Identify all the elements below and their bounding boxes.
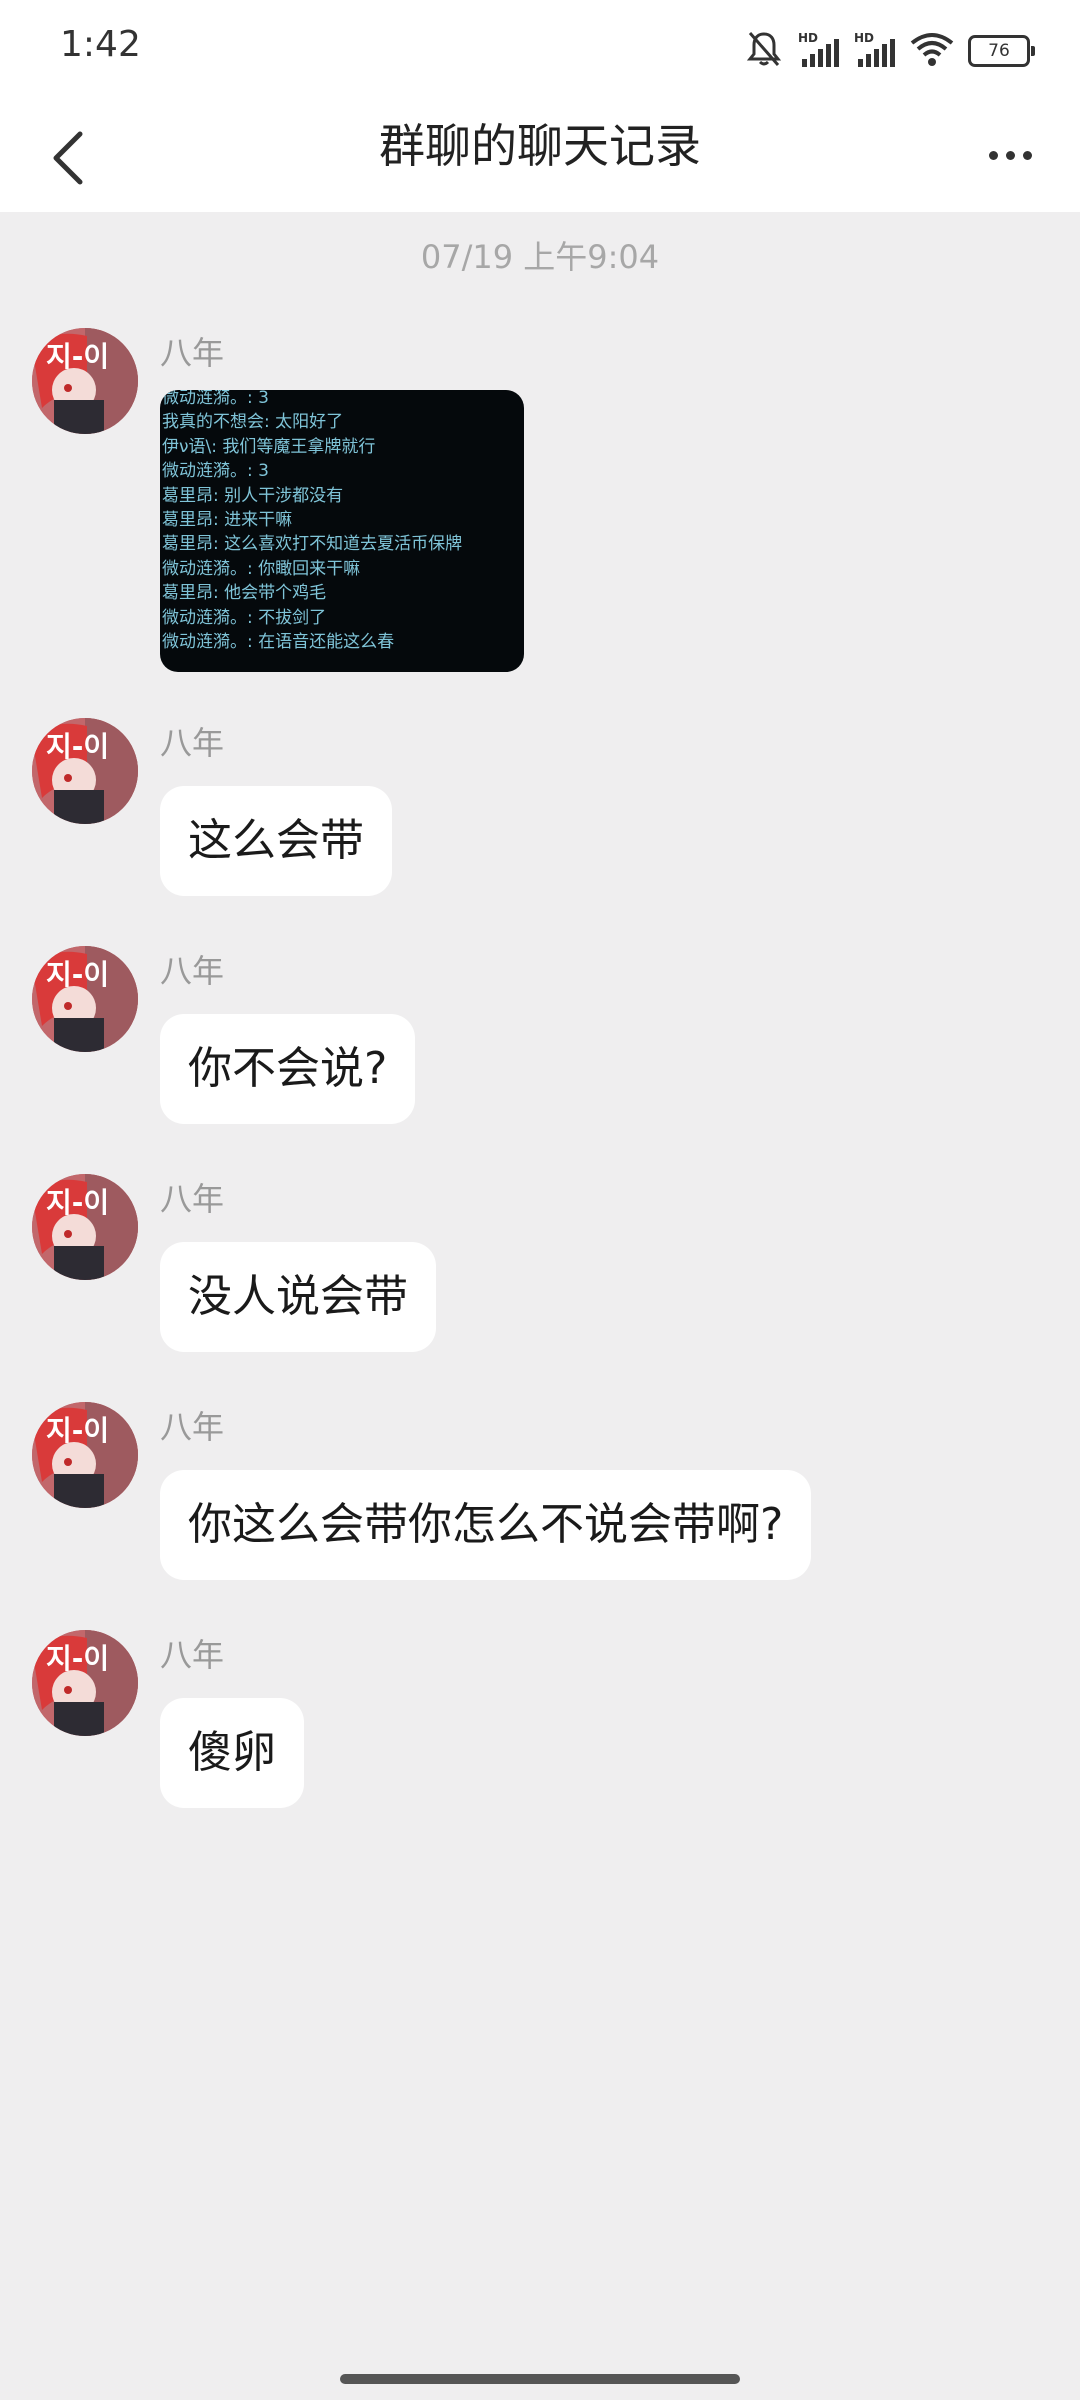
image-line: 微动涟漪。: 在语音还能这么春 (162, 632, 395, 653)
more-options-button[interactable] (970, 120, 1050, 190)
chat-timestamp: 07/19 上午9:04 (420, 238, 660, 276)
message-item: 지-이 八年 你不会说? (32, 946, 1032, 1136)
avatar[interactable]: 지-이 (32, 1630, 138, 1736)
svg-text:지-이: 지-이 (46, 1642, 109, 1675)
home-indicator[interactable] (340, 2374, 740, 2384)
svg-text:지-이: 지-이 (46, 958, 109, 991)
image-line: 葛里昂: 这么喜欢打不知道去夏活币保牌 (162, 534, 463, 555)
page-title: 群聊的聊天记录 (379, 119, 701, 173)
message-bubble[interactable]: 傻卵 (160, 1698, 304, 1808)
more-dot-icon (1022, 150, 1032, 160)
avatar[interactable]: 지-이 (32, 1402, 138, 1508)
image-line: 伊ν语\: 我们等魔王拿牌就行 (162, 436, 376, 457)
status-bar: 1:42 HD HD 76 (0, 0, 1080, 100)
message-item: 지-이 八年 微动涟漪。: 3 我真的不想会: 太阳好了 伊ν语\: 我们等魔王… (32, 328, 1032, 688)
message-item: 지-이 八年 这么会带 (32, 718, 1032, 908)
status-icons: HD HD 76 (744, 26, 1035, 76)
svg-text:지-이: 지-이 (46, 340, 109, 373)
svg-text:지-이: 지-이 (46, 1186, 109, 1219)
chevron-left-icon (53, 131, 83, 185)
wifi-icon (910, 31, 954, 71)
message-item: 지-이 八年 傻卵 (32, 1630, 1032, 1820)
sender-name: 八年 (160, 1636, 225, 1674)
more-dot-icon (1005, 150, 1015, 160)
image-line: 微动涟漪。: 你瞰回来干嘛 (162, 558, 361, 579)
sender-name: 八年 (160, 334, 225, 372)
avatar[interactable]: 지-이 (32, 718, 138, 824)
bell-mute-icon (744, 29, 784, 73)
message-bubble[interactable]: 你不会说? (160, 1014, 416, 1124)
image-line: 我真的不想会: 太阳好了 (162, 412, 344, 433)
svg-text:지-이: 지-이 (46, 1414, 109, 1447)
navigation-bar: 群聊的聊天记录 (0, 100, 1080, 212)
image-line: 微动涟漪。: 不拔剑了 (162, 607, 327, 628)
message-bubble[interactable]: 你这么会带你怎么不说会带啊? (160, 1470, 812, 1580)
message-item: 지-이 八年 没人说会带 (32, 1174, 1032, 1364)
svg-text:지-이: 지-이 (46, 730, 109, 763)
message-bubble[interactable]: 这么会带 (160, 786, 392, 896)
image-message[interactable]: 微动涟漪。: 3 我真的不想会: 太阳好了 伊ν语\: 我们等魔王拿牌就行 微动… (160, 390, 524, 672)
sender-name: 八年 (160, 952, 225, 990)
image-line: 葛里昂: 他会带个鸡毛 (162, 583, 327, 604)
message-item: 지-이 八年 你这么会带你怎么不说会带啊? (32, 1402, 1032, 1592)
sender-name: 八年 (160, 1408, 225, 1446)
image-line: 葛里昂: 进来干嘛 (162, 510, 293, 531)
status-time: 1:42 (60, 24, 141, 65)
sender-name: 八年 (160, 724, 225, 762)
back-button[interactable] (28, 118, 108, 198)
avatar[interactable]: 지-이 (32, 1174, 138, 1280)
signal-icon: HD (798, 31, 840, 71)
battery-icon: 76 (968, 35, 1035, 67)
more-dot-icon (988, 150, 998, 160)
image-text-lines: 微动涟漪。: 3 我真的不想会: 太阳好了 伊ν语\: 我们等魔王拿牌就行 微动… (162, 390, 462, 654)
image-line: 微动涟漪。: 3 (162, 461, 269, 482)
avatar[interactable]: 지-이 (32, 946, 138, 1052)
image-line: 微动涟漪。: 3 (162, 390, 269, 408)
message-bubble[interactable]: 没人说会带 (160, 1242, 436, 1352)
image-line: 葛里昂: 别人干涉都没有 (162, 485, 344, 506)
signal-icon: HD (854, 31, 896, 71)
avatar[interactable]: 지-이 (32, 328, 138, 434)
sender-name: 八年 (160, 1180, 225, 1218)
